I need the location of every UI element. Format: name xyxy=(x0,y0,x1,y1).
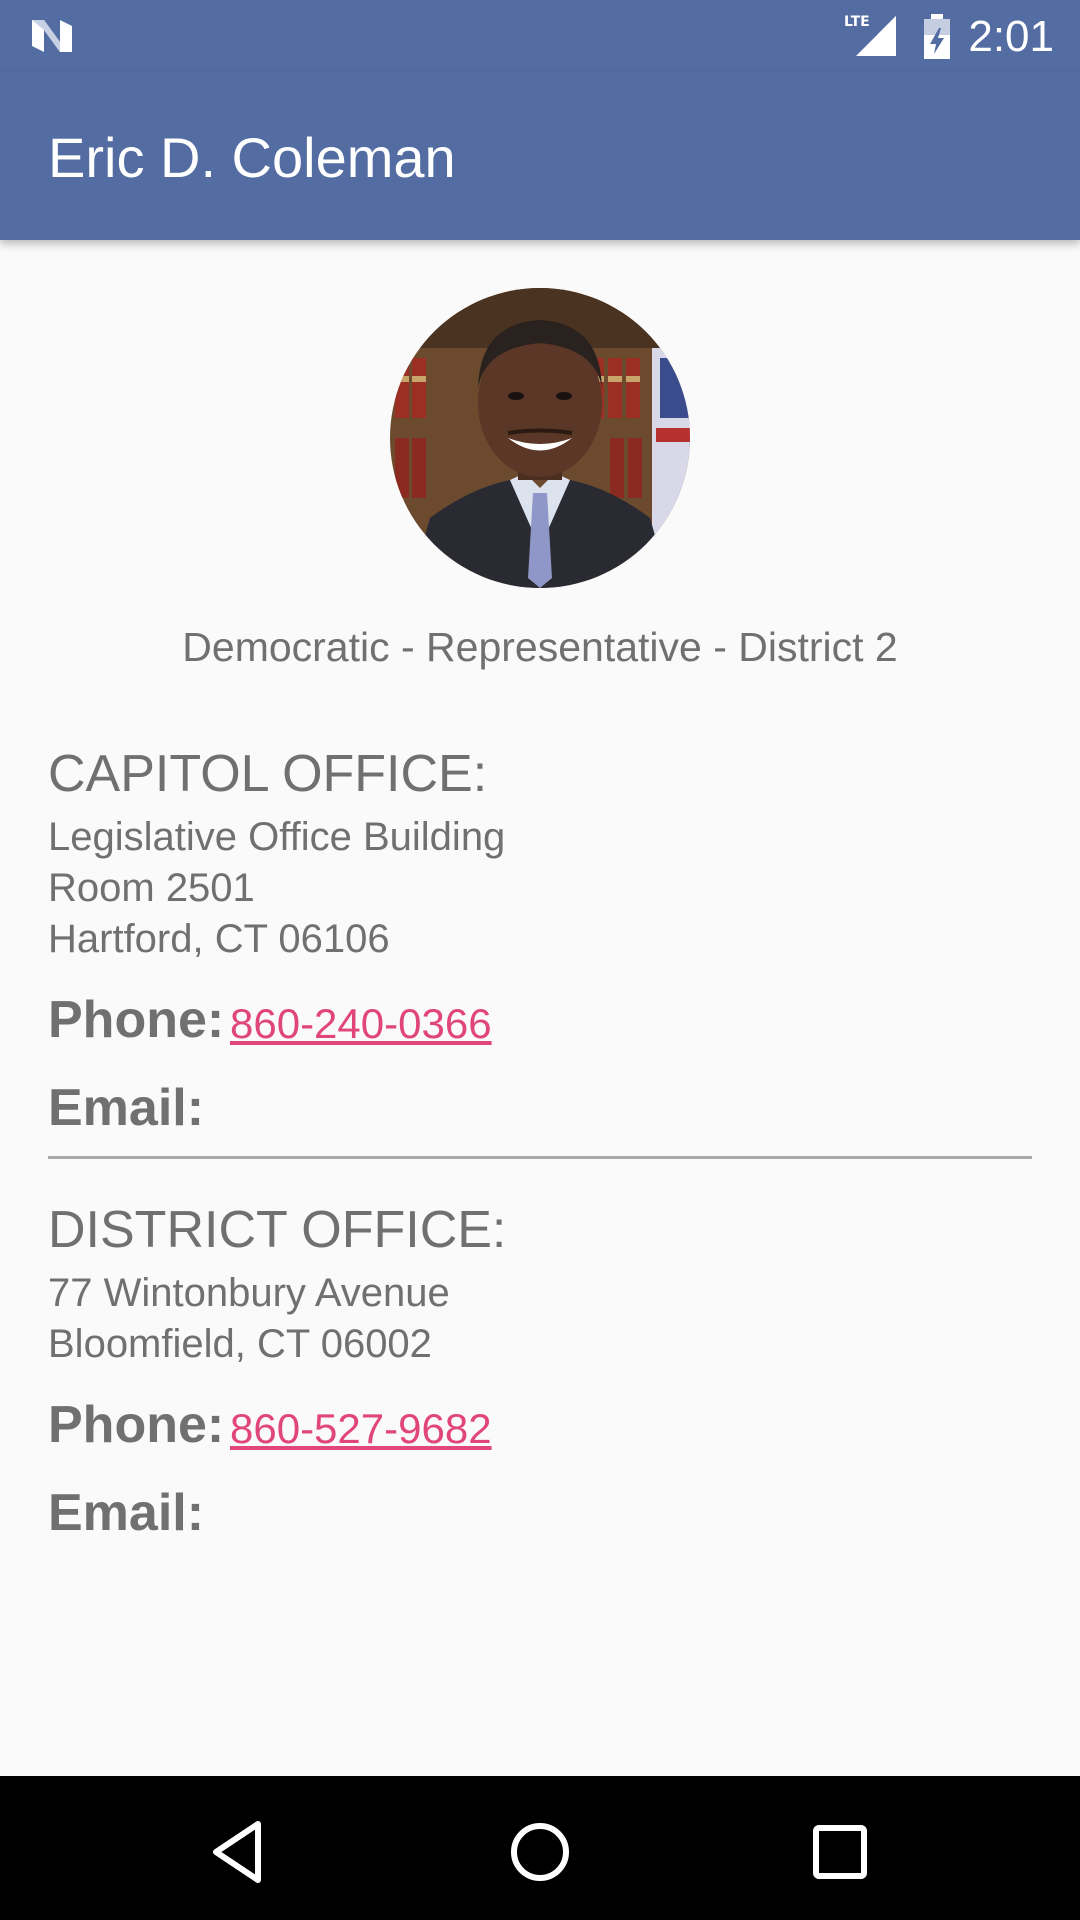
capitol-address-line-3: Hartford, CT 06106 xyxy=(48,917,390,961)
n-notification-icon xyxy=(32,20,72,52)
lte-signal-icon: LTE xyxy=(844,14,896,56)
avatar xyxy=(390,288,690,588)
screen: LTE 2:01 Eric D. Coleman Democratic - Re… xyxy=(0,0,1080,1920)
section-divider xyxy=(48,1156,1032,1159)
district-phone-link[interactable]: 860-527-9682 xyxy=(230,1399,492,1459)
svg-text:LTE: LTE xyxy=(844,14,870,30)
district-office-heading: DISTRICT OFFICE: xyxy=(48,1201,507,1259)
capitol-address-line-2: Room 2501 xyxy=(48,866,255,910)
capitol-phone-label: Phone: xyxy=(48,991,225,1049)
status-clock: 2:01 xyxy=(968,12,1054,61)
navigation-bar xyxy=(0,1776,1080,1920)
district-phone-label: Phone: xyxy=(48,1396,225,1454)
party-role-district: Democratic - Representative - District 2 xyxy=(182,624,898,670)
status-bar: LTE 2:01 xyxy=(0,0,1080,72)
district-address-line-2: Bloomfield, CT 06002 xyxy=(48,1322,432,1366)
home-icon[interactable] xyxy=(500,1812,580,1892)
capitol-address-line-1: Legislative Office Building xyxy=(48,815,506,859)
back-icon[interactable] xyxy=(200,1812,280,1892)
page-title: Eric D. Coleman xyxy=(48,126,456,189)
capitol-office-heading: CAPITOL OFFICE: xyxy=(48,745,488,803)
profile-photo xyxy=(390,288,690,588)
battery-charging-icon xyxy=(924,14,950,59)
recents-icon[interactable] xyxy=(800,1812,880,1892)
district-address-line-1: 77 Wintonbury Avenue xyxy=(48,1271,450,1315)
app-bar: Eric D. Coleman xyxy=(0,72,1080,240)
district-email-label: Email: xyxy=(48,1484,205,1542)
capitol-phone-link[interactable]: 860-240-0366 xyxy=(230,994,492,1054)
capitol-email-label: Email: xyxy=(48,1079,205,1137)
